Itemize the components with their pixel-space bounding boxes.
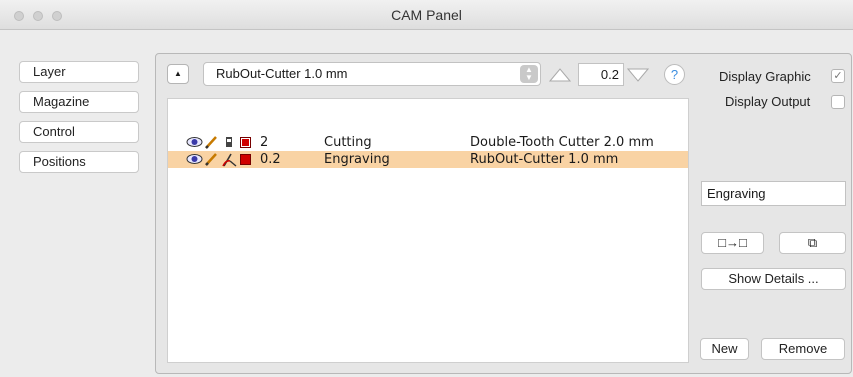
sidebar-item-positions[interactable]: Positions xyxy=(19,151,139,173)
transfer-button[interactable]: □→□ xyxy=(701,232,764,254)
triangle-up-icon: ▲ xyxy=(174,69,182,78)
collapse-button[interactable]: ▲ xyxy=(167,64,189,84)
display-output-checkbox[interactable] xyxy=(831,95,845,109)
tool-select-value: RubOut-Cutter 1.0 mm xyxy=(216,66,348,81)
select-arrows-icon: ▲ ▼ xyxy=(520,65,538,83)
layer-process: Engraving xyxy=(324,152,390,167)
layer-color-swatch[interactable] xyxy=(240,137,251,148)
checkmark-icon: ✓ xyxy=(833,70,843,82)
step-down-icon[interactable] xyxy=(627,68,649,82)
eye-icon[interactable] xyxy=(186,152,203,166)
sidebar-item-magazine[interactable]: Magazine xyxy=(19,91,139,113)
pencil-icon[interactable] xyxy=(204,135,218,149)
sidebar-item-layer[interactable]: Layer xyxy=(19,61,139,83)
help-button[interactable]: ? xyxy=(664,64,685,85)
layer-list[interactable]: 2 Cutting Double-Tooth Cutter 2.0 mm 0.2… xyxy=(167,98,689,363)
layer-process: Cutting xyxy=(324,135,372,150)
title-bar: CAM Panel xyxy=(0,0,853,30)
tool-magazine-icon[interactable] xyxy=(223,135,235,149)
layer-value: 2 xyxy=(260,135,269,150)
layer-value: 0.2 xyxy=(260,152,281,167)
layer-row-engraving[interactable]: 0.2 Engraving RubOut-Cutter 1.0 mm xyxy=(168,151,688,168)
display-output-label: Display Output xyxy=(725,94,811,109)
new-button[interactable]: New xyxy=(700,338,749,360)
layer-row-cutting[interactable]: 2 Cutting Double-Tooth Cutter 2.0 mm xyxy=(168,134,688,151)
sidebar-item-control[interactable]: Control xyxy=(19,121,139,143)
display-graphic-checkbox[interactable]: ✓ xyxy=(831,69,845,83)
tool-select[interactable]: RubOut-Cutter 1.0 mm ▲ ▼ xyxy=(203,62,541,86)
step-input[interactable]: 0.2 xyxy=(578,63,624,86)
duplicate-button[interactable]: ⧉ xyxy=(779,232,846,254)
layer-tool: Double-Tooth Cutter 2.0 mm xyxy=(470,135,654,150)
show-details-button[interactable]: Show Details ... xyxy=(701,268,846,290)
layer-color-swatch[interactable] xyxy=(240,154,251,165)
engraving-tool-icon[interactable] xyxy=(221,152,237,167)
display-graphic-label: Display Graphic xyxy=(719,69,811,84)
layer-name-field[interactable]: Engraving xyxy=(701,181,846,206)
copy-icon: ⧉ xyxy=(807,235,818,250)
window-title: CAM Panel xyxy=(391,7,462,23)
transfer-icon: □→□ xyxy=(718,235,747,250)
remove-button[interactable]: Remove xyxy=(761,338,845,360)
layer-tool: RubOut-Cutter 1.0 mm xyxy=(470,152,619,167)
step-up-icon[interactable] xyxy=(549,68,571,82)
eye-icon[interactable] xyxy=(186,135,203,149)
pencil-icon[interactable] xyxy=(204,152,218,166)
